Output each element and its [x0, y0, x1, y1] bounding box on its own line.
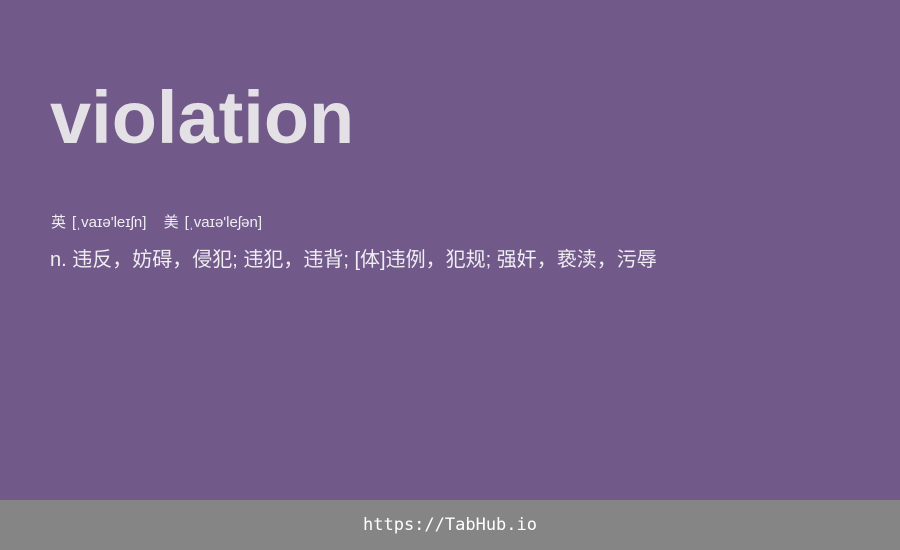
us-label: 美	[163, 214, 179, 231]
headword: violation	[50, 76, 355, 159]
footer-bar: https://TabHub.io	[0, 500, 900, 550]
uk-pronunciation: 英 [ˌvaɪə'leɪʃn]	[51, 212, 146, 234]
word-card: violation 英 [ˌvaɪə'leɪʃn] 美 [ˌvaɪə'leʃən] …	[0, 0, 900, 500]
definition-text: n. 违反，妨碍，侵犯; 违犯，违背; [体]违例，犯规; 强奸，亵渎，污辱	[50, 249, 657, 271]
us-pronunciation: 美 [ˌvaɪə'leʃən]	[164, 212, 262, 234]
uk-ipa: [ˌvaɪə'leɪʃn]	[72, 214, 147, 231]
tabhub-link[interactable]: https://TabHub.io	[363, 515, 537, 535]
us-ipa: [ˌvaɪə'leʃən]	[184, 214, 263, 231]
uk-label: 英	[51, 214, 67, 231]
pronunciation-row: 英 [ˌvaɪə'leɪʃn] 美 [ˌvaɪə'leʃən]	[51, 212, 275, 234]
